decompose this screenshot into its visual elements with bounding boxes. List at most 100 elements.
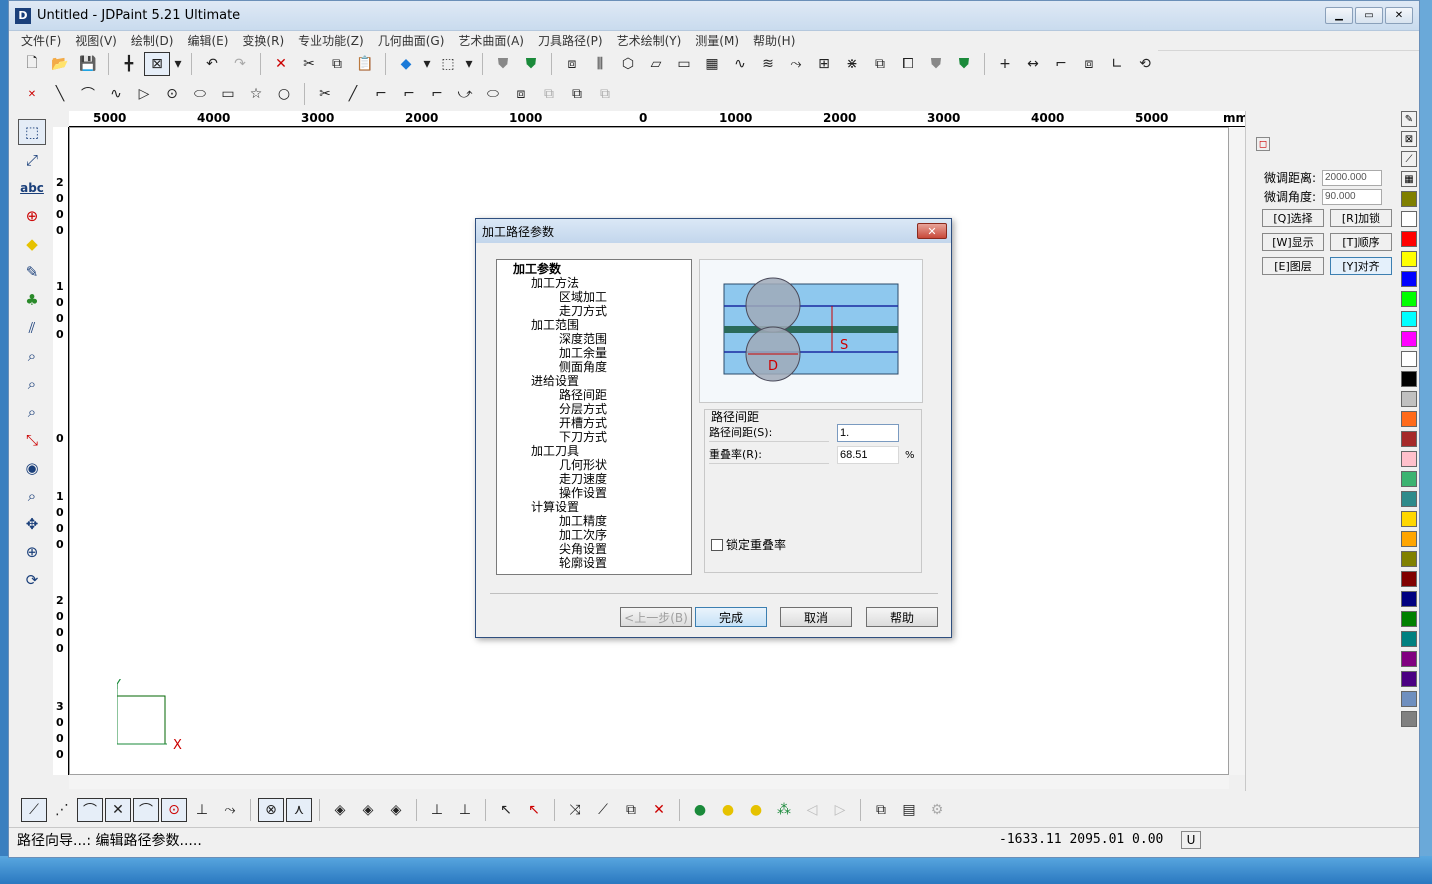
arrow-left-icon[interactable]: ◁ xyxy=(799,798,825,822)
menu-file[interactable]: 文件(F) xyxy=(21,32,61,49)
pan-icon[interactable]: ✥ xyxy=(18,511,46,537)
tree-item[interactable]: 开槽方式 xyxy=(503,416,685,430)
slot-icon[interactable]: ⬭ xyxy=(480,82,506,106)
cursor-red-x-icon[interactable]: ↖ xyxy=(521,798,547,822)
select-button[interactable]: [Q]选择 xyxy=(1262,209,1324,227)
eyedropper-icon[interactable]: ⟋ xyxy=(1401,151,1417,167)
menu-draw[interactable]: 绘制(D) xyxy=(131,32,174,49)
zoom-box-icon[interactable]: ⌕ xyxy=(18,343,46,369)
tree-item[interactable]: 加工余量 xyxy=(503,346,685,360)
copy-icon[interactable]: ⧉ xyxy=(324,52,350,76)
redo-icon[interactable]: ↷ xyxy=(227,52,253,76)
circle-icon[interactable]: ○ xyxy=(271,82,297,106)
order-button[interactable]: [T]顺序 xyxy=(1330,233,1392,251)
knife-icon[interactable]: ⫽ xyxy=(18,315,46,341)
finish-button[interactable]: 完成 xyxy=(695,607,767,627)
grid-icon[interactable]: ▦ xyxy=(699,52,725,76)
tree-item[interactable]: 加工参数 xyxy=(503,262,685,276)
color-swatch[interactable] xyxy=(1401,291,1417,307)
menu-edit[interactable]: 编辑(E) xyxy=(187,32,228,49)
tree-item[interactable]: 侧面角度 xyxy=(503,360,685,374)
plus-icon[interactable]: + xyxy=(992,52,1018,76)
fine-distance-input[interactable] xyxy=(1322,169,1382,186)
delete-icon[interactable]: ✕ xyxy=(268,52,294,76)
curve-icon[interactable]: ∿ xyxy=(727,52,753,76)
cube-color-icon[interactable]: ◆ xyxy=(393,52,419,76)
color-swatch[interactable] xyxy=(1401,711,1417,727)
join-icon[interactable]: ⤻ xyxy=(452,82,478,106)
save-icon[interactable]: 💾 xyxy=(75,52,101,76)
light-green-icon[interactable]: ● xyxy=(687,798,713,822)
tree-item[interactable]: 加工方法 xyxy=(503,276,685,290)
help-button[interactable]: 帮助 xyxy=(866,607,938,627)
red-x-icon[interactable]: ✕ xyxy=(646,798,672,822)
horizontal-scrollbar[interactable] xyxy=(69,775,1229,789)
snap-center-icon[interactable]: ⊙ xyxy=(161,798,187,822)
shield-green-icon[interactable]: ⛊ xyxy=(518,52,544,76)
tree-item[interactable]: 加工精度 xyxy=(503,514,685,528)
text-tool-icon[interactable]: abc xyxy=(18,175,46,201)
explode-icon[interactable]: ⋇ xyxy=(839,52,865,76)
line-icon[interactable]: ╲ xyxy=(47,82,73,106)
cube-tool-icon[interactable]: ⊕ xyxy=(18,203,46,229)
color-swatch[interactable] xyxy=(1401,371,1417,387)
path-icon[interactable]: ⤳ xyxy=(783,52,809,76)
color-swatch[interactable] xyxy=(1401,331,1417,347)
frame-icon[interactable]: ▭ xyxy=(671,52,697,76)
node-icon[interactable]: ⧉ xyxy=(536,82,562,106)
color-swatch[interactable] xyxy=(1401,231,1417,247)
menu-measure[interactable]: 测量(M) xyxy=(695,32,739,49)
polygon-icon[interactable]: ⬡ xyxy=(615,52,641,76)
tree-item[interactable]: 操作设置 xyxy=(503,486,685,500)
tree-item[interactable]: 尖角设置 xyxy=(503,542,685,556)
snap-tangent-icon[interactable]: ⌒ xyxy=(133,798,159,822)
color-swatch[interactable] xyxy=(1401,671,1417,687)
menu-pro[interactable]: 专业功能(Z) xyxy=(298,32,364,49)
snap-cross-icon[interactable]: ✕ xyxy=(105,798,131,822)
array-icon[interactable]: ⊞ xyxy=(811,52,837,76)
color-swatch[interactable] xyxy=(1401,571,1417,587)
combine-icon[interactable]: ⧉ xyxy=(564,82,590,106)
arrow-right-icon[interactable]: ▷ xyxy=(827,798,853,822)
shield-gray-icon[interactable]: ⛊ xyxy=(490,52,516,76)
view-cube-icon[interactable]: ⬚ xyxy=(435,52,461,76)
group-icon[interactable]: ⧈ xyxy=(559,52,585,76)
color-swatch[interactable] xyxy=(1401,411,1417,427)
dropdown-arrow-icon[interactable]: ▾ xyxy=(172,52,184,76)
color-swatch[interactable] xyxy=(1401,491,1417,507)
layer-icon[interactable]: ⧉ xyxy=(867,52,893,76)
menu-transform[interactable]: 变换(R) xyxy=(242,32,284,49)
diamond-2-icon[interactable]: ◈ xyxy=(355,798,381,822)
wave-icon[interactable]: ≋ xyxy=(755,52,781,76)
tree-item[interactable]: 加工次序 xyxy=(503,528,685,542)
menu-art-draw[interactable]: 艺术绘制(Y) xyxy=(617,32,682,49)
dimension-icon[interactable]: ↔ xyxy=(1020,52,1046,76)
zoom-out-icon[interactable]: ⌕ xyxy=(18,371,46,397)
cut-icon[interactable]: ✂ xyxy=(296,52,322,76)
tree-item[interactable]: 分层方式 xyxy=(503,402,685,416)
zoom-in-icon[interactable]: ⌕ xyxy=(18,399,46,425)
tool-b-icon[interactable]: ⟋ xyxy=(590,798,616,822)
gear-icon[interactable]: ⚙ xyxy=(924,798,950,822)
lock-button[interactable]: [R]加锁 xyxy=(1330,209,1392,227)
brush-icon[interactable]: ✎ xyxy=(18,259,46,285)
select-box-icon[interactable]: ⊠ xyxy=(144,52,170,76)
tree-item[interactable]: 下刀方式 xyxy=(503,430,685,444)
menu-art-surface[interactable]: 艺术曲面(A) xyxy=(458,32,524,49)
overlap-icon[interactable]: ⧠ xyxy=(895,52,921,76)
paste-icon[interactable]: 📋 xyxy=(352,52,378,76)
color-swatch[interactable] xyxy=(1401,471,1417,487)
color-swatch[interactable] xyxy=(1401,351,1417,367)
vertical-scrollbar[interactable] xyxy=(1229,127,1245,775)
dropdown-arrow-icon[interactable]: ▾ xyxy=(421,52,433,76)
tree-item[interactable]: 区域加工 xyxy=(503,290,685,304)
spline-icon[interactable]: ∿ xyxy=(103,82,129,106)
light-yellow-icon[interactable]: ● xyxy=(715,798,741,822)
extend-icon[interactable]: ╱ xyxy=(340,82,366,106)
color-swatch[interactable] xyxy=(1401,391,1417,407)
book-icon[interactable]: ⧉ xyxy=(868,798,894,822)
color-swatch[interactable] xyxy=(1401,431,1417,447)
rotate-view-icon[interactable]: ⟲ xyxy=(1132,52,1158,76)
cancel-button[interactable]: 取消 xyxy=(780,607,852,627)
cursor-x-icon[interactable]: ↖ xyxy=(493,798,519,822)
